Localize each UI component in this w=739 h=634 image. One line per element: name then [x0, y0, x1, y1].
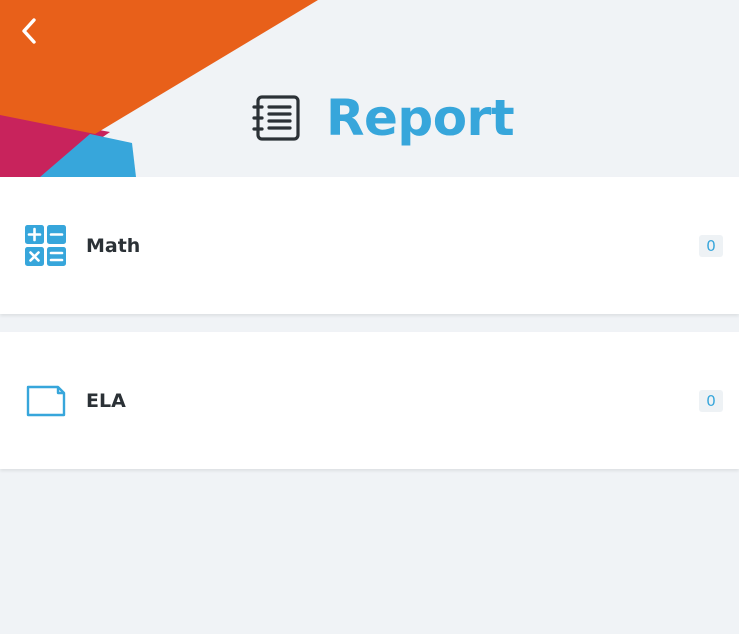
calculator-icon [24, 224, 68, 268]
notecard-icon [24, 379, 68, 423]
chevron-left-icon [22, 18, 36, 44]
header: Report [0, 0, 739, 177]
back-button[interactable] [14, 14, 44, 48]
count-badge-ela: 0 [699, 389, 723, 412]
subject-row-math[interactable]: Math 0 [0, 177, 739, 314]
subject-list: Math 0 ELA 0 [0, 177, 739, 469]
subject-label-math: Math [86, 234, 141, 257]
notebook-list-icon [252, 93, 302, 143]
subject-row-ela[interactable]: ELA 0 [0, 332, 739, 469]
count-badge-math: 0 [699, 234, 723, 257]
page-title: Report [326, 89, 515, 147]
subject-label-ela: ELA [86, 389, 126, 412]
title-group: Report [252, 86, 515, 150]
